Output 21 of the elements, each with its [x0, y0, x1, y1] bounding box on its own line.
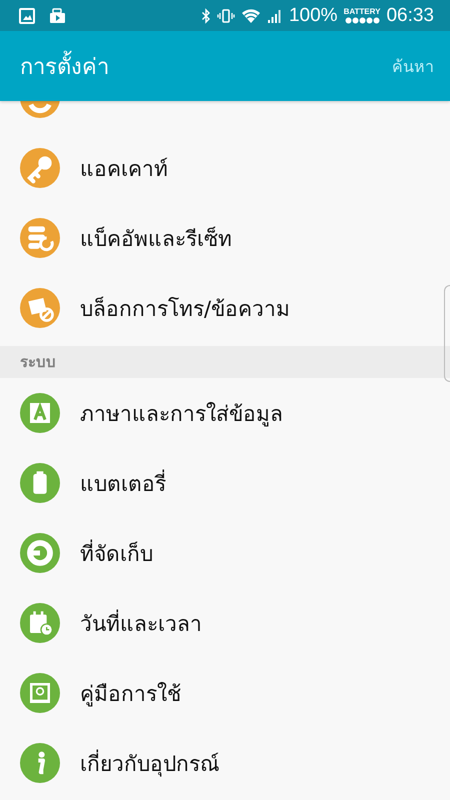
- image-icon: [19, 8, 35, 24]
- settings-item[interactable]: แบตเตอรี่: [0, 448, 450, 518]
- clock-time: 06:33: [386, 4, 434, 26]
- screen-title: การตั้งค่า: [20, 48, 109, 84]
- battery-label: BATTERY: [344, 7, 380, 16]
- settings-item[interactable]: คู่มือการใช้: [0, 658, 450, 728]
- section-header: ระบบ: [0, 346, 450, 378]
- settings-item[interactable]: วันที่และเวลา: [0, 588, 450, 658]
- settings-item[interactable]: ภาษาและการใส่ข้อมูล: [0, 378, 450, 448]
- signal-icon: [266, 8, 283, 24]
- settings-item[interactable]: ที่จัดเก็บ: [0, 518, 450, 588]
- video-icon: [49, 8, 67, 24]
- settings-item[interactable]: แบ็คอัพและรีเซ็ท: [0, 203, 450, 273]
- wifi-icon: [240, 8, 261, 24]
- battery-dots-icon: [344, 17, 380, 24]
- settings-item[interactable]: เกี่ยวกับอุปกรณ์: [0, 728, 450, 798]
- settings-item[interactable]: บล็อกการโทร/ข้อความ: [0, 273, 450, 343]
- vibrate-icon: [216, 8, 235, 24]
- bluetooth-icon: [200, 8, 211, 24]
- settings-item[interactable]: แอคเคาท์: [0, 133, 450, 203]
- battery-percentage: 100%: [288, 4, 338, 26]
